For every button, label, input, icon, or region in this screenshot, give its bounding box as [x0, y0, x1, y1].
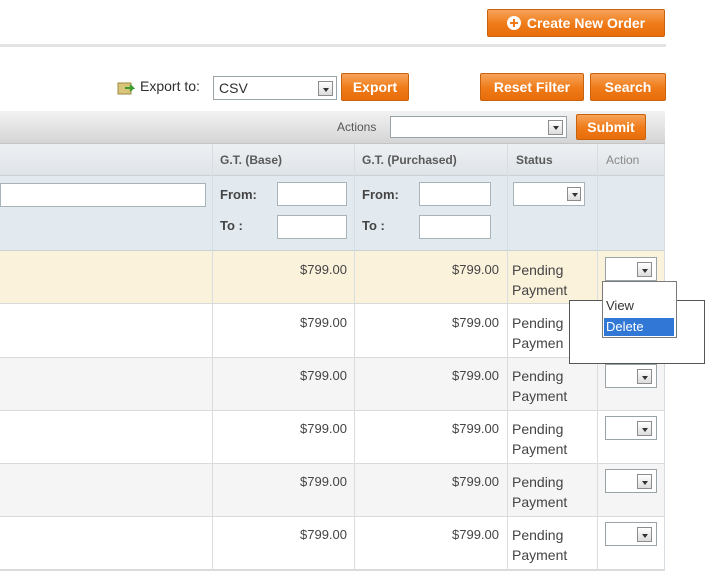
row-action-select[interactable]	[605, 416, 657, 440]
column-divider	[354, 144, 355, 571]
header-divider	[0, 44, 666, 47]
status-cell: Pending Payment	[512, 421, 568, 457]
search-button[interactable]: Search	[590, 73, 666, 101]
gt-purchased-cell: $799.00	[452, 527, 499, 542]
column-divider	[507, 144, 508, 571]
dropdown-option-view[interactable]: View	[604, 300, 674, 314]
column-header-gt-purchased[interactable]: G.T. (Purchased)	[362, 153, 457, 167]
chevron-down-icon[interactable]	[637, 527, 652, 542]
chevron-down-icon[interactable]	[318, 81, 333, 96]
gt-base-cell: $799.00	[300, 315, 347, 330]
row-action-select[interactable]	[605, 522, 657, 546]
gt-purchased-to-label: To :	[362, 218, 385, 233]
gt-base-cell: $799.00	[300, 474, 347, 489]
row-action-select[interactable]	[605, 469, 657, 493]
plus-circle-icon	[506, 16, 521, 30]
chevron-down-icon[interactable]	[637, 474, 652, 489]
submit-button[interactable]: Submit	[576, 114, 646, 140]
gt-base-cell: $799.00	[300, 421, 347, 436]
status-cell: Pending Payment	[512, 474, 568, 510]
actions-label: Actions	[337, 120, 377, 134]
gt-purchased-cell: $799.00	[452, 421, 499, 436]
row-action-select[interactable]	[605, 257, 657, 281]
reset-filter-button[interactable]: Reset Filter	[480, 73, 584, 101]
export-format-select[interactable]: CSV	[213, 76, 337, 100]
grid-bottom-border	[0, 570, 665, 571]
gt-purchased-cell: $799.00	[452, 262, 499, 277]
gt-purchased-cell: $799.00	[452, 315, 499, 330]
column-header-gt-base[interactable]: G.T. (Base)	[220, 153, 282, 167]
status-filter-select[interactable]	[513, 182, 585, 206]
gt-base-to-label: To :	[220, 218, 243, 233]
gt-base-from-label: From:	[220, 187, 257, 202]
chevron-down-icon[interactable]	[548, 120, 563, 135]
gt-base-cell: $799.00	[300, 262, 347, 277]
column-divider	[212, 144, 213, 571]
create-new-order-label: Create New Order	[526, 15, 646, 31]
gt-purchased-to-input[interactable]	[419, 215, 491, 239]
mass-actions-select[interactable]	[390, 116, 567, 138]
column-header-status[interactable]: Status	[516, 153, 553, 167]
row-action-select[interactable]	[605, 364, 657, 388]
gt-base-cell: $799.00	[300, 527, 347, 542]
status-cell: Pending Payment	[512, 527, 568, 563]
chevron-down-icon[interactable]	[567, 187, 581, 201]
dropdown-option-delete[interactable]: Delete	[604, 318, 674, 336]
table-row	[0, 305, 665, 358]
column-header-action: Action	[606, 153, 640, 167]
export-to-label: Export to:	[140, 78, 200, 94]
export-button[interactable]: Export	[341, 73, 409, 101]
export-format-value: CSV	[219, 80, 248, 96]
chevron-down-icon[interactable]	[637, 421, 652, 436]
chevron-down-icon[interactable]	[637, 262, 652, 277]
gt-purchased-cell: $799.00	[452, 474, 499, 489]
gt-base-cell: $799.00	[300, 368, 347, 383]
gt-base-from-input[interactable]	[277, 182, 347, 206]
status-cell: Pending Paymen	[512, 315, 564, 351]
create-new-order-button[interactable]: Create New Order	[487, 9, 665, 37]
gt-purchased-from-label: From:	[362, 187, 399, 202]
gt-purchased-from-input[interactable]	[419, 182, 491, 206]
gt-base-to-input[interactable]	[277, 215, 347, 239]
status-cell: Pending Payment	[512, 368, 568, 404]
status-cell: Pending Payment	[512, 262, 568, 298]
chevron-down-icon[interactable]	[637, 369, 652, 384]
gt-purchased-cell: $799.00	[452, 368, 499, 383]
export-icon	[117, 82, 135, 95]
grid-header-row	[0, 144, 665, 176]
filter-text-input[interactable]	[0, 183, 206, 207]
